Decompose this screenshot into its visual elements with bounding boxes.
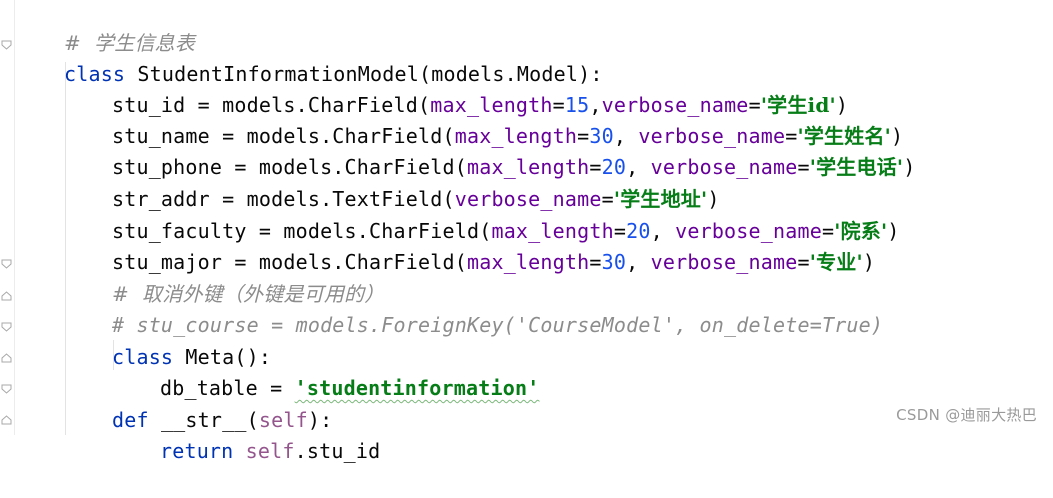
code-line[interactable]: # stu_course = models.ForeignKey('Course… bbox=[63, 279, 883, 337]
code-text: , bbox=[626, 250, 651, 274]
code-number: 30 bbox=[601, 250, 627, 274]
code-line[interactable]: # 取消外键（外键是可用的） bbox=[63, 248, 384, 306]
code-text: ) bbox=[903, 155, 916, 179]
fold-arrow-icon[interactable] bbox=[1, 39, 12, 51]
code-line[interactable]: def __str__(self): bbox=[63, 374, 332, 432]
code-string: '专业' bbox=[809, 250, 863, 274]
code-text: .stu_id bbox=[294, 439, 381, 463]
code-string: '学生电话' bbox=[809, 155, 904, 179]
code-text: ) bbox=[887, 219, 900, 243]
code-line[interactable]: db_table = 'studentinformation' bbox=[111, 342, 539, 400]
code-self: self bbox=[245, 439, 295, 463]
code-line[interactable]: class StudentInformationModel(models.Mod… bbox=[15, 28, 603, 86]
fold-arrow-icon[interactable] bbox=[1, 258, 12, 270]
code-param: verbose_name bbox=[650, 250, 798, 274]
fold-end-icon[interactable] bbox=[1, 290, 12, 302]
code-editor[interactable]: # 学生信息表 class StudentInformationModel(mo… bbox=[15, 0, 1053, 463]
fold-arrow-icon[interactable] bbox=[1, 321, 12, 333]
code-line[interactable]: stu_name = models.CharField(max_length=3… bbox=[63, 90, 903, 148]
code-text: ) bbox=[862, 250, 876, 274]
code-line[interactable]: return self.stu_id bbox=[111, 405, 380, 463]
code-line[interactable]: class Meta(): bbox=[63, 311, 271, 369]
fold-end-icon[interactable] bbox=[1, 352, 12, 364]
code-line[interactable]: stu_id = models.CharField(max_length=15,… bbox=[63, 59, 848, 117]
editor-gutter bbox=[0, 0, 15, 435]
code-line[interactable]: str_addr = models.TextField(verbose_name… bbox=[63, 153, 720, 211]
code-line[interactable]: stu_major = models.CharField(max_length=… bbox=[63, 216, 875, 274]
code-line[interactable]: stu_faculty = models.CharField(max_lengt… bbox=[63, 185, 900, 243]
code-line[interactable]: stu_phone = models.CharField(max_length=… bbox=[63, 121, 915, 179]
code-line[interactable]: # 学生信息表 bbox=[15, 0, 195, 55]
fold-end-icon[interactable] bbox=[1, 414, 12, 426]
code-keyword: return bbox=[159, 439, 234, 463]
watermark: CSDN @迪丽大热巴 bbox=[896, 406, 1037, 424]
code-param: max_length bbox=[466, 250, 590, 274]
fold-arrow-icon[interactable] bbox=[1, 383, 12, 395]
